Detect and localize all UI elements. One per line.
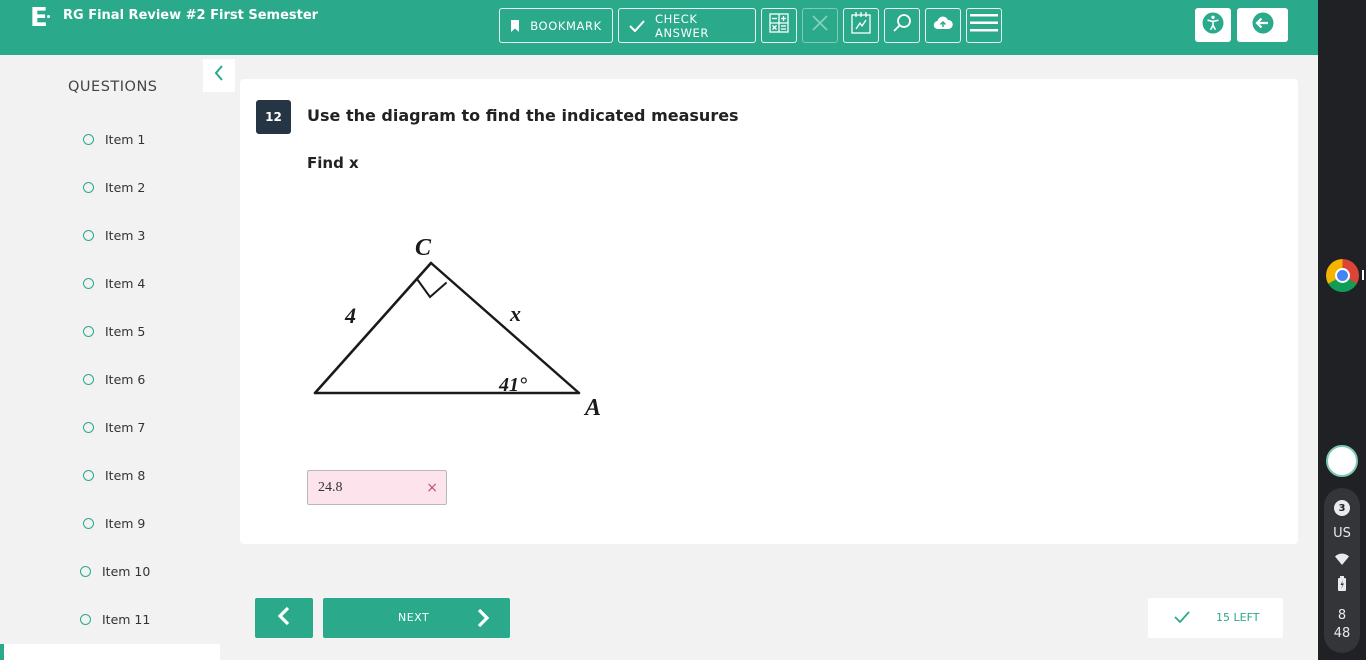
questions-sidebar: QUESTIONS Item 1 Item 2 Item 3 Item 4 It…: [0, 55, 235, 660]
check-icon: [1174, 610, 1190, 627]
question-title: Use the diagram to find the indicated me…: [307, 106, 739, 125]
status-circle-icon: [83, 373, 94, 385]
menu-button[interactable]: [966, 8, 1002, 43]
chrome-icon[interactable]: [1326, 259, 1359, 292]
menu-icon: [970, 13, 998, 38]
question-item-label: Item 11: [102, 611, 151, 627]
exit-button[interactable]: [1237, 8, 1288, 42]
question-item-7[interactable]: Item 7: [83, 417, 145, 437]
status-circle-icon: [80, 565, 91, 577]
check-answer-button[interactable]: CHECK ANSWER: [618, 8, 756, 43]
collapse-sidebar-button[interactable]: [203, 59, 235, 92]
wifi-icon: [1335, 552, 1349, 570]
top-bar: E RG Final Review #2 First Semester BOOK…: [0, 0, 1318, 55]
app-logo[interactable]: E: [30, 4, 48, 32]
question-item-2[interactable]: Item 2: [83, 177, 145, 197]
status-circle-icon: [83, 517, 94, 529]
calculator-button[interactable]: [761, 8, 797, 43]
os-shelf: 3 US 8 48: [1318, 0, 1366, 660]
side-left-label: 4: [344, 303, 356, 328]
status-circle-icon: [83, 421, 94, 433]
logo-dot: [47, 15, 50, 18]
next-label: NEXT: [398, 611, 430, 624]
bookmark-label: BOOKMARK: [530, 18, 602, 33]
question-item-6[interactable]: Item 6: [83, 369, 145, 389]
bookmark-button[interactable]: BOOKMARK: [499, 8, 613, 43]
question-number-badge: 12: [256, 100, 291, 134]
question-item-4[interactable]: Item 4: [83, 273, 145, 293]
question-item-label: Item 2: [105, 179, 146, 195]
question-item-label: Item 7: [105, 419, 146, 435]
status-circle-icon: [83, 133, 94, 145]
remaining-questions-button[interactable]: 15 LEFT: [1148, 598, 1283, 638]
question-item-9[interactable]: Item 9: [83, 513, 145, 533]
chevron-left-icon: [214, 65, 224, 86]
clock-minute: 48: [1333, 626, 1351, 641]
question-item-label: Item 10: [102, 563, 151, 579]
vertex-a-label: A: [583, 395, 601, 421]
clear-answer-icon[interactable]: ×: [426, 480, 438, 496]
right-angle-marker: [416, 278, 447, 299]
question-item-10[interactable]: Item 10: [80, 561, 150, 581]
cloud-upload-icon: [933, 15, 953, 36]
triangle-side-left: [313, 261, 433, 395]
status-circle-icon: [83, 277, 94, 289]
close-icon: [811, 14, 829, 37]
next-button[interactable]: NEXT: [323, 598, 510, 638]
question-prompt: Find x: [307, 154, 359, 172]
status-tray[interactable]: 3 US 8 48: [1324, 488, 1360, 653]
locale-indicator: US: [1333, 526, 1351, 541]
question-item-12-active[interactable]: [0, 644, 220, 660]
accessibility-button[interactable]: [1195, 8, 1231, 42]
status-circle-icon: [80, 613, 91, 625]
bookmark-icon: [510, 19, 520, 32]
chevron-right-icon: [476, 608, 490, 631]
question-item-label: Item 6: [105, 371, 146, 387]
question-item-label: Item 5: [105, 323, 146, 339]
triangle-diagram: C 4 x 41° A: [313, 235, 601, 421]
vertex-c-label: C: [415, 235, 432, 261]
question-item-label: Item 1: [105, 131, 146, 147]
accessibility-icon: [1202, 12, 1224, 39]
reference-sheet-button[interactable]: [843, 8, 879, 43]
magnifier-button[interactable]: [884, 8, 920, 43]
chevron-left-icon: [277, 606, 291, 631]
search-icon: [892, 13, 912, 38]
app-running-indicator: [1362, 270, 1364, 280]
eliminate-button[interactable]: [802, 8, 838, 43]
notification-badge: 3: [1334, 500, 1350, 516]
app-avatar-icon[interactable]: [1326, 445, 1358, 477]
answer-value[interactable]: 24.8: [318, 480, 418, 496]
assignment-title: RG Final Review #2 First Semester: [63, 8, 319, 23]
question-item-label: Item 9: [105, 515, 146, 531]
reference-sheet-icon: [851, 12, 871, 39]
question-item-label: Item 4: [105, 275, 146, 291]
status-circle-icon: [83, 229, 94, 241]
question-item-3[interactable]: Item 3: [83, 225, 145, 245]
save-button[interactable]: [925, 8, 961, 43]
previous-button[interactable]: [255, 598, 313, 638]
question-item-5[interactable]: Item 5: [83, 321, 145, 341]
answer-input[interactable]: 24.8 ×: [307, 470, 447, 505]
check-icon: [629, 19, 645, 32]
side-right-label: x: [509, 301, 521, 326]
angle-label: 41°: [498, 374, 527, 396]
battery-icon: [1337, 576, 1347, 596]
status-circle-icon: [83, 469, 94, 481]
question-item-1[interactable]: Item 1: [83, 129, 145, 149]
question-item-8[interactable]: Item 8: [83, 465, 145, 485]
question-item-label: Item 3: [105, 227, 146, 243]
question-card: 12 Use the diagram to find the indicated…: [240, 79, 1298, 544]
sidebar-title: QUESTIONS: [68, 79, 158, 95]
question-item-11[interactable]: Item 11: [80, 609, 150, 629]
arrow-left-icon: [1252, 12, 1274, 39]
status-circle-icon: [83, 181, 94, 193]
clock-hour: 8: [1337, 608, 1347, 623]
remaining-count: 15 LEFT: [1216, 611, 1260, 624]
question-item-label: Item 8: [105, 467, 146, 483]
calculator-icon: [769, 13, 789, 38]
check-answer-label: CHECK ANSWER: [655, 11, 709, 40]
status-circle-icon: [83, 325, 94, 337]
